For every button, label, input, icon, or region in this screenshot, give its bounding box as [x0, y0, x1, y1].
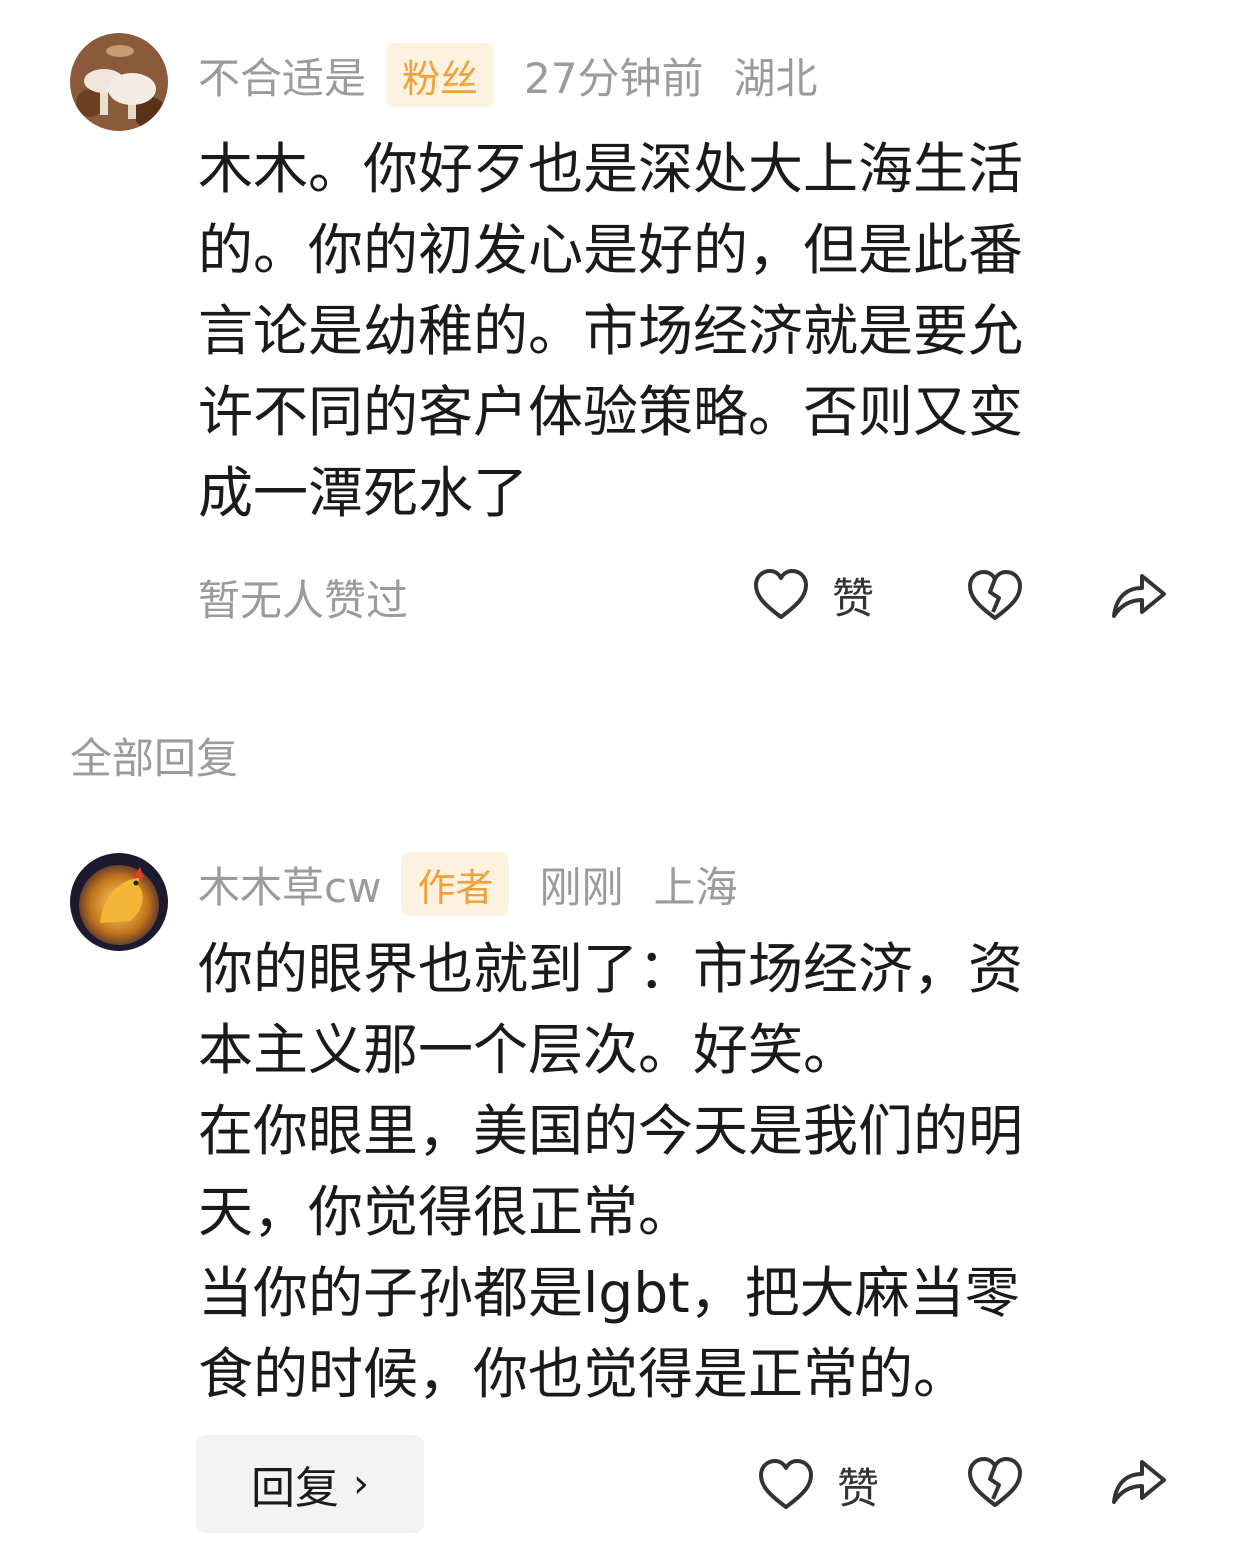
- share-icon[interactable]: [1108, 1452, 1168, 1512]
- comment-meta: 不合适是 粉丝 27分钟前 湖北: [198, 43, 818, 107]
- reply-text: 你的眼界也就到了：市场经济，资 本主义那一个层次。好笑。 在你眼里，美国的今天是…: [198, 937, 1024, 1406]
- reply-button[interactable]: 回复 ›: [196, 1435, 424, 1533]
- reply-time: 刚刚: [539, 862, 624, 912]
- reply-button-label: 回复: [251, 1463, 339, 1514]
- share-icon[interactable]: [1108, 566, 1168, 626]
- commenter-avatar[interactable]: [70, 33, 168, 131]
- like-label: 赞: [832, 574, 875, 623]
- comment-time: 27分钟前: [524, 53, 704, 103]
- comment-text: 木木。你好歹也是深处大上海生活 的。你的初发心是好的，但是此番 言论是幼稚的。市…: [198, 137, 1024, 525]
- author-avatar[interactable]: [70, 853, 168, 951]
- reply-meta: 木木草cw 作者 刚刚 上海: [198, 852, 738, 916]
- reply-like-button[interactable]: 赞: [757, 1455, 879, 1516]
- all-replies-title: 全部回复: [70, 734, 239, 783]
- commenter-username[interactable]: 不合适是: [198, 45, 366, 106]
- like-label: 赞: [837, 1464, 880, 1513]
- reply-location: 上海: [653, 862, 738, 912]
- heart-icon: [757, 1457, 815, 1515]
- comment-like-button[interactable]: 赞: [752, 565, 874, 626]
- comment-location: 湖北: [733, 53, 818, 103]
- fan-badge: 粉丝: [386, 43, 495, 107]
- author-username[interactable]: 木木草cw: [198, 854, 381, 915]
- broken-heart-icon[interactable]: [966, 1455, 1024, 1513]
- no-likes-text: 暂无人赞过: [198, 576, 409, 625]
- chevron-right-icon: ›: [353, 1461, 369, 1507]
- broken-heart-icon[interactable]: [966, 568, 1024, 626]
- heart-icon: [752, 567, 810, 625]
- author-badge: 作者: [401, 852, 510, 916]
